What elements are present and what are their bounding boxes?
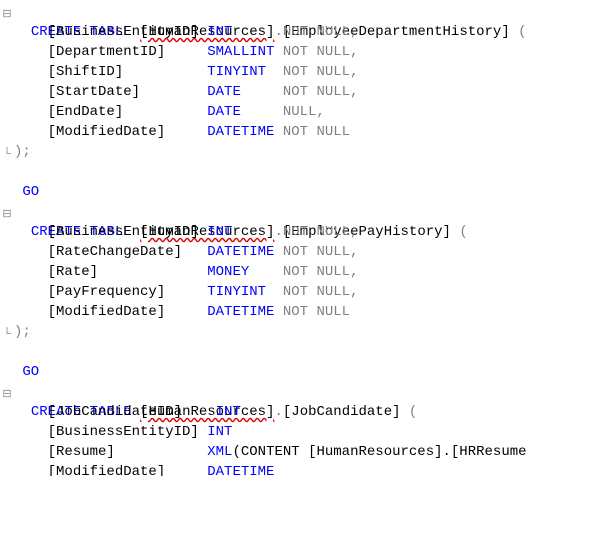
- column-name: [RateChangeDate]: [48, 244, 182, 260]
- code-line[interactable]: [RateChangeDate] DATETIME NOT NULL,: [0, 242, 594, 262]
- keyword-go: GO: [22, 364, 39, 380]
- code-line[interactable]: ⊟ CREATE TABLE [HumanResources].[Employe…: [0, 202, 594, 222]
- code-line[interactable]: [ModifiedDate] DATETIME NOT NULL: [0, 122, 594, 142]
- column-type: MONEY: [207, 264, 249, 280]
- column-type: TINYINT: [207, 64, 266, 80]
- column-type: INT: [216, 404, 241, 420]
- fold-end-icon: └: [0, 324, 14, 344]
- code-line[interactable]: GO: [0, 182, 594, 202]
- null-spec: NOT NULL,: [283, 244, 359, 260]
- column-name: [ShiftID]: [48, 64, 124, 80]
- code-line[interactable]: ⊟ CREATE TABLE [HumanResources].[JobCand…: [0, 382, 594, 402]
- null-spec: NOT NULL,: [283, 224, 359, 240]
- code-line[interactable]: GO: [0, 362, 594, 382]
- fold-toggle-icon[interactable]: ⊟: [0, 204, 14, 224]
- code-line[interactable]: [0, 342, 594, 362]
- null-spec: NOT NULL: [283, 124, 350, 140]
- column-type: INT: [207, 224, 232, 240]
- column-name: [DepartmentID]: [48, 44, 166, 60]
- fold-toggle-icon[interactable]: ⊟: [0, 384, 14, 404]
- fold-toggle-icon[interactable]: ⊟: [0, 4, 14, 24]
- code-line[interactable]: [DepartmentID] SMALLINT NOT NULL,: [0, 42, 594, 62]
- column-type: TINYINT: [207, 284, 266, 300]
- closing: );: [14, 324, 31, 340]
- column-name: [Rate]: [48, 264, 98, 280]
- column-type: DATETIME: [207, 124, 274, 140]
- null-spec: NULL,: [283, 104, 325, 120]
- column-name: [BusinessEntityID]: [48, 424, 199, 440]
- column-type: XML: [207, 444, 232, 460]
- null-spec: NOT NULL,: [283, 44, 359, 60]
- column-name: [Resume]: [48, 444, 115, 460]
- code-line[interactable]: [ShiftID] TINYINT NOT NULL,: [0, 62, 594, 82]
- column-name: [ModifiedDate]: [48, 304, 166, 320]
- null-spec: NOT NULL,: [283, 84, 359, 100]
- code-line[interactable]: [0, 162, 594, 182]
- code-line[interactable]: └);: [0, 142, 594, 162]
- column-type: DATE: [207, 104, 241, 120]
- fold-end-icon: └: [0, 144, 14, 164]
- code-line[interactable]: [EndDate] DATE NULL,: [0, 102, 594, 122]
- column-name: [ModifiedDate]: [48, 464, 166, 476]
- code-line[interactable]: [BusinessEntityID] INT NOT NULL,: [0, 22, 594, 42]
- null-spec: NOT NULL,: [283, 24, 359, 40]
- code-line[interactable]: [JobCandidateID] INT: [0, 402, 594, 422]
- column-type: SMALLINT: [207, 44, 274, 60]
- column-name: [ModifiedDate]: [48, 124, 166, 140]
- code-line[interactable]: [Rate] MONEY NOT NULL,: [0, 262, 594, 282]
- column-name: [EndDate]: [48, 104, 124, 120]
- code-line[interactable]: [PayFrequency] TINYINT NOT NULL,: [0, 282, 594, 302]
- column-type: DATETIME: [207, 464, 274, 476]
- code-line[interactable]: └);: [0, 322, 594, 342]
- column-type: INT: [207, 24, 232, 40]
- code-line[interactable]: [BusinessEntityID] INT: [0, 422, 594, 442]
- null-spec: NOT NULL,: [283, 284, 359, 300]
- null-spec: NOT NULL,: [283, 264, 359, 280]
- code-line[interactable]: ⊟ CREATE TABLE [HumanResources].[Employe…: [0, 2, 594, 22]
- column-name: [BusinessEntityID]: [48, 224, 199, 240]
- closing: );: [14, 144, 31, 160]
- null-spec: NOT NULL,: [283, 64, 359, 80]
- code-line[interactable]: [BusinessEntityID] INT NOT NULL,: [0, 222, 594, 242]
- keyword-go: GO: [22, 184, 39, 200]
- code-line[interactable]: [Resume] XML(CONTENT [HumanResources].[H…: [0, 442, 594, 462]
- null-spec: NOT NULL: [283, 304, 350, 320]
- column-type: DATETIME: [207, 244, 274, 260]
- column-name: [StartDate]: [48, 84, 140, 100]
- column-type: INT: [207, 424, 232, 440]
- code-line[interactable]: [ModifiedDate] DATETIME NOT NULL: [0, 302, 594, 322]
- code-line[interactable]: [ModifiedDate] DATETIME: [0, 462, 594, 476]
- code-line[interactable]: [StartDate] DATE NOT NULL,: [0, 82, 594, 102]
- column-name: [JobCandidateID]: [48, 404, 182, 420]
- column-name: [PayFrequency]: [48, 284, 166, 300]
- column-type: DATE: [207, 84, 241, 100]
- column-type: DATETIME: [207, 304, 274, 320]
- column-name: [BusinessEntityID]: [48, 24, 199, 40]
- column-type-rest: (CONTENT [HumanResources].[HRResume: [232, 444, 526, 460]
- code-editor[interactable]: ⊟ CREATE TABLE [HumanResources].[Employe…: [0, 0, 594, 476]
